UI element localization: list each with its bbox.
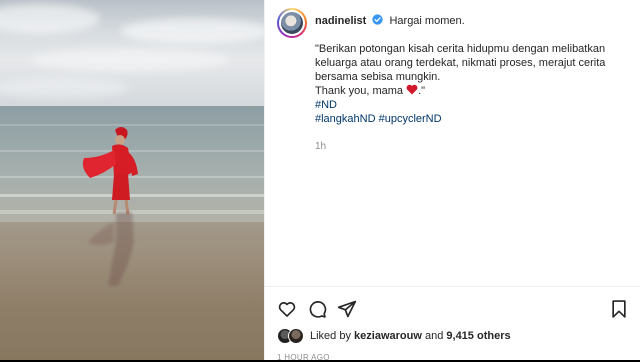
likes-text: Liked by keziawarouw and 9,415 others xyxy=(310,330,511,342)
action-bar xyxy=(265,286,640,330)
post-time-ago: 1 HOUR AGO xyxy=(277,353,330,362)
likes-count[interactable]: 9,415 others xyxy=(446,330,510,342)
avatar-image xyxy=(279,10,305,36)
caption-headline: Hargai momen. xyxy=(389,15,465,27)
caption-end: ." xyxy=(418,85,426,97)
comment-icon[interactable] xyxy=(307,299,327,319)
share-icon[interactable] xyxy=(337,299,357,319)
caption-line: bersama sebisa mungkin. xyxy=(315,71,441,83)
caption-body: nadinelist Hargai momen. "Berikan potong… xyxy=(315,8,605,154)
likes-connector: and xyxy=(424,330,444,342)
woman-reflection xyxy=(88,212,134,286)
caption-text: "Berikan potongan kisah cerita hidupmu d… xyxy=(315,42,605,126)
likes-prefix: Liked by xyxy=(310,330,351,342)
photo-sky xyxy=(0,0,264,108)
profile-avatar[interactable] xyxy=(277,8,307,38)
caption-line: Thank you, mama xyxy=(315,85,404,97)
likes-summary[interactable]: Liked by keziawarouw and 9,415 others xyxy=(277,328,511,344)
caption-timestamp: 1h xyxy=(315,141,327,152)
liker-username[interactable]: keziawarouw xyxy=(354,330,422,342)
instagram-post: nadinelist Hargai momen. "Berikan potong… xyxy=(0,0,640,362)
woman-figure xyxy=(82,127,138,215)
caption-line: keluarga atau orang terdekat, nikmati pr… xyxy=(315,57,606,69)
post-caption: nadinelist Hargai momen. "Berikan potong… xyxy=(277,8,630,154)
hashtag-link[interactable]: #ND xyxy=(315,98,605,112)
post-photo[interactable] xyxy=(0,0,264,360)
liker-avatar xyxy=(288,328,304,344)
verified-badge-icon xyxy=(372,14,384,25)
like-icon[interactable] xyxy=(277,299,297,319)
hashtag-link[interactable]: #langkahND #upcyclerND xyxy=(315,112,605,126)
save-icon[interactable] xyxy=(609,299,629,319)
heart-emoji-icon xyxy=(406,84,418,95)
username-link[interactable]: nadinelist xyxy=(315,15,366,27)
caption-line: "Berikan potongan kisah cerita hidupmu d… xyxy=(315,43,606,55)
post-details: nadinelist Hargai momen. "Berikan potong… xyxy=(264,0,640,362)
